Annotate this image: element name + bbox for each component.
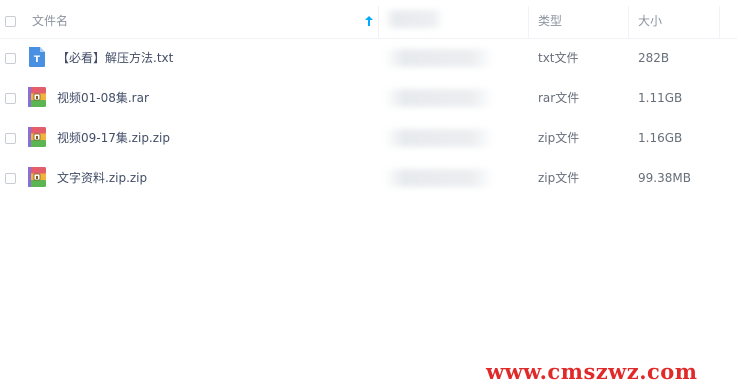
- row-checkbox[interactable]: [5, 173, 16, 184]
- column-header-type[interactable]: 类型: [538, 14, 562, 28]
- row-checkbox[interactable]: [5, 133, 16, 144]
- redacted-cell: [384, 49, 494, 67]
- file-row[interactable]: T 【必看】解压方法.txt txt文件 282B: [0, 38, 737, 78]
- column-divider[interactable]: [628, 6, 629, 38]
- file-name[interactable]: 视频09-17集.zip.zip: [57, 131, 170, 145]
- column-divider[interactable]: [719, 6, 720, 38]
- archive-file-icon: [28, 127, 46, 147]
- column-divider[interactable]: [378, 6, 379, 38]
- file-row[interactable]: 文字资料.zip.zip zip文件 99.38MB: [0, 158, 737, 198]
- row-checkbox[interactable]: [5, 93, 16, 104]
- watermark-text: www.cmszwz.com: [486, 359, 698, 384]
- row-checkbox[interactable]: [5, 53, 16, 64]
- file-name[interactable]: 文字资料.zip.zip: [57, 171, 147, 185]
- file-type: rar文件: [538, 91, 580, 105]
- file-type: zip文件: [538, 171, 580, 185]
- redacted-cell: [384, 89, 494, 107]
- redacted-column-header: [384, 10, 444, 28]
- archive-file-icon: [28, 167, 46, 187]
- file-row[interactable]: 视频01-08集.rar rar文件 1.11GB: [0, 78, 737, 118]
- file-size: 1.11GB: [638, 91, 683, 105]
- file-type: zip文件: [538, 131, 580, 145]
- redacted-cell: [384, 169, 494, 187]
- file-size: 282B: [638, 51, 670, 65]
- file-row[interactable]: 视频09-17集.zip.zip zip文件 1.16GB: [0, 118, 737, 158]
- file-list-window: 文件名 类型 大小 T 【必看】解压方法.txt txt文件 282B 视频01…: [0, 0, 737, 390]
- file-size: 1.16GB: [638, 131, 683, 145]
- file-size: 99.38MB: [638, 171, 691, 185]
- file-list-header: 文件名 类型 大小: [0, 0, 737, 39]
- select-all-checkbox[interactable]: [5, 16, 16, 27]
- file-name[interactable]: 视频01-08集.rar: [57, 91, 149, 105]
- text-file-icon: T: [29, 47, 45, 67]
- column-header-name[interactable]: 文件名: [32, 14, 68, 28]
- archive-file-icon: [28, 87, 46, 107]
- redacted-cell: [384, 129, 494, 147]
- file-name[interactable]: 【必看】解压方法.txt: [57, 51, 173, 65]
- column-divider[interactable]: [528, 6, 529, 38]
- file-type: txt文件: [538, 51, 579, 65]
- sort-ascending-icon[interactable]: [364, 15, 374, 27]
- svg-text:T: T: [34, 55, 41, 65]
- column-header-size[interactable]: 大小: [638, 14, 662, 28]
